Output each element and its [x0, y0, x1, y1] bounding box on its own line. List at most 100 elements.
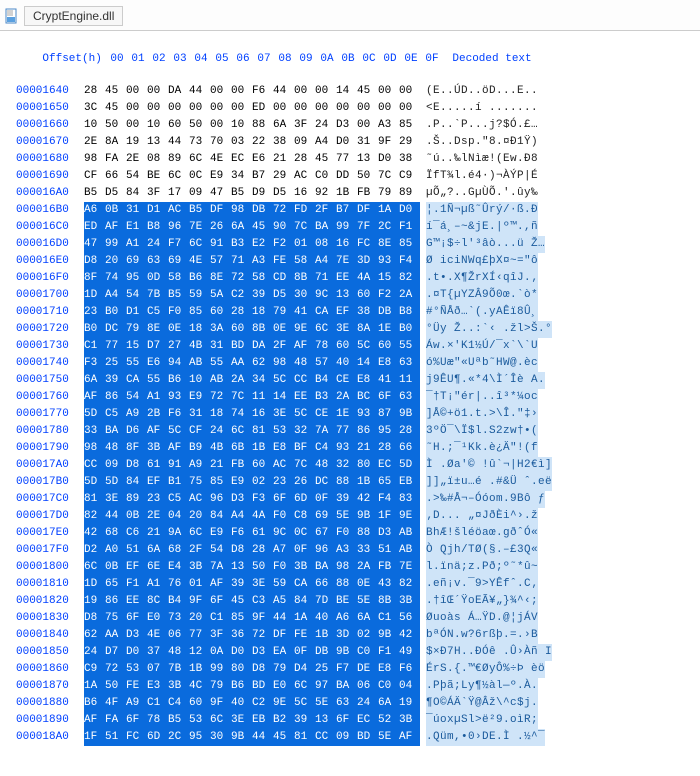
hex-byte[interactable]: 88 [336, 474, 357, 491]
decoded-text[interactable]: ‚D... „¤JðÈi^›.ž [426, 508, 538, 525]
hex-byte[interactable]: 9B [336, 644, 357, 661]
hex-byte[interactable]: 5E [378, 729, 399, 746]
hex-byte[interactable]: 12 [189, 644, 210, 661]
hex-row[interactable]: 000017D082440B2E042084A44AF0C8695E9B1F9E… [16, 508, 700, 525]
hex-byte[interactable]: B9 [189, 440, 210, 457]
hex-byte[interactable]: DC [315, 474, 336, 491]
hex-byte[interactable]: BD [357, 729, 378, 746]
hex-byte[interactable]: 71 [231, 253, 252, 270]
hex-row[interactable]: 0000179098488F3BAFB94B6B1BE8BFC493212866… [16, 440, 700, 457]
hex-byte[interactable]: CC [84, 457, 105, 474]
hex-byte[interactable]: 17 [168, 185, 189, 202]
hex-byte[interactable]: 00 [126, 117, 147, 134]
decoded-text[interactable]: Ò Qjh/TØ(§.–£3Q« [426, 542, 538, 559]
hex-byte[interactable]: AC [294, 168, 315, 185]
hex-byte[interactable]: 9B [378, 627, 399, 644]
hex-byte[interactable]: 28 [252, 542, 273, 559]
hex-byte[interactable]: DF [210, 202, 231, 219]
hex-byte[interactable]: F0 [273, 508, 294, 525]
hex-byte[interactable]: 00 [231, 83, 252, 100]
hex-byte[interactable]: C4 [315, 440, 336, 457]
hex-byte[interactable]: 9C [315, 287, 336, 304]
hex-byte[interactable]: 32 [294, 423, 315, 440]
hex-byte[interactable]: D7 [147, 338, 168, 355]
hex-byte[interactable]: 24 [357, 695, 378, 712]
hex-byte[interactable]: CA [126, 372, 147, 389]
hex-byte[interactable]: 6C [210, 712, 231, 729]
hex-byte[interactable]: 19 [399, 695, 420, 712]
decoded-text[interactable]: $×Ð7H..ÐÓê .Û›Àñ I [426, 644, 552, 661]
hex-byte[interactable]: 9B [399, 406, 420, 423]
hex-byte[interactable]: BA [105, 423, 126, 440]
hex-byte[interactable]: 28 [294, 151, 315, 168]
hex-byte[interactable]: FA [105, 712, 126, 729]
hex-byte[interactable]: EF [336, 304, 357, 321]
hex-byte[interactable]: 00 [357, 117, 378, 134]
hex-byte[interactable]: 45 [105, 83, 126, 100]
hex-byte[interactable]: 55 [126, 355, 147, 372]
hex-byte[interactable]: EF [147, 474, 168, 491]
hex-byte[interactable]: 3C [84, 100, 105, 117]
hex-byte[interactable]: 43 [378, 576, 399, 593]
hex-byte[interactable]: 90 [273, 219, 294, 236]
hex-byte[interactable]: 00 [231, 100, 252, 117]
hex-byte[interactable]: 87 [378, 406, 399, 423]
hex-byte[interactable]: 48 [294, 355, 315, 372]
hex-byte[interactable]: 7D [315, 593, 336, 610]
hex-byte[interactable]: 3E [231, 712, 252, 729]
hex-row[interactable]: 0000168098FA2E08896C4EECE62128457713D038… [16, 151, 700, 168]
hex-byte[interactable]: FE [294, 627, 315, 644]
hex-byte[interactable]: 73 [189, 134, 210, 151]
hex-byte[interactable]: DE [357, 661, 378, 678]
hex-byte[interactable]: 7B [147, 287, 168, 304]
hex-byte[interactable]: 79 [273, 661, 294, 678]
hex-byte[interactable]: C5 [105, 406, 126, 423]
hex-byte[interactable]: 89 [168, 151, 189, 168]
decoded-text[interactable]: .>‰#Å¬–Óóom.9Bô ƒ [426, 491, 545, 508]
hex-byte[interactable]: 98 [84, 151, 105, 168]
hex-byte[interactable]: CF [84, 168, 105, 185]
file-tab[interactable]: CryptEngine.dll [24, 6, 123, 26]
hex-byte[interactable]: 6A [378, 695, 399, 712]
hex-byte[interactable]: 4B [210, 440, 231, 457]
hex-byte[interactable]: 6A [84, 372, 105, 389]
hex-byte[interactable]: 5E [336, 508, 357, 525]
hex-byte[interactable]: 01 [294, 236, 315, 253]
hex-byte[interactable]: 95 [378, 423, 399, 440]
hex-byte[interactable]: DF [273, 627, 294, 644]
hex-byte[interactable]: 63 [147, 253, 168, 270]
decoded-text[interactable]: l.ïnä;z.Pð;º˜*û~ [426, 559, 538, 576]
hex-row[interactable]: 000017001DA4547BB5595AC239D5309C1360F22A… [16, 287, 700, 304]
hex-byte[interactable]: 84 [126, 474, 147, 491]
hex-byte[interactable]: B5 [168, 287, 189, 304]
hex-byte[interactable]: 60 [210, 304, 231, 321]
hex-byte[interactable]: CA [294, 576, 315, 593]
hex-byte[interactable]: 6F [126, 610, 147, 627]
hex-byte[interactable]: D0 [126, 644, 147, 661]
hex-byte[interactable]: 0B [105, 559, 126, 576]
hex-byte[interactable]: 33 [357, 542, 378, 559]
hex-byte[interactable]: BE [336, 593, 357, 610]
hex-byte[interactable]: EC [357, 712, 378, 729]
hex-byte[interactable]: 1E [336, 406, 357, 423]
hex-byte[interactable]: ED [84, 219, 105, 236]
hex-byte[interactable]: 74 [231, 406, 252, 423]
hex-byte[interactable]: AC [189, 491, 210, 508]
hex-byte[interactable]: 3F [210, 627, 231, 644]
hex-byte[interactable]: 4B [189, 338, 210, 355]
hex-byte[interactable]: 09 [336, 729, 357, 746]
hex-byte[interactable]: ED [252, 100, 273, 117]
hex-byte[interactable]: 7F [357, 219, 378, 236]
hex-byte[interactable]: 0B [126, 508, 147, 525]
hex-byte[interactable]: A3 [252, 253, 273, 270]
hex-row[interactable]: 000017A0CC09D86191A921FB60AC7C483280EC5D… [16, 457, 700, 474]
hex-byte[interactable]: 41 [378, 372, 399, 389]
hex-byte[interactable]: 10 [147, 117, 168, 134]
hex-byte[interactable]: FA [105, 151, 126, 168]
hex-byte[interactable]: 72 [273, 202, 294, 219]
hex-byte[interactable]: 10 [189, 372, 210, 389]
hex-byte[interactable]: 93 [357, 406, 378, 423]
hex-byte[interactable]: 5C [168, 423, 189, 440]
hex-byte[interactable]: AB [189, 355, 210, 372]
hex-byte[interactable]: E0 [147, 610, 168, 627]
